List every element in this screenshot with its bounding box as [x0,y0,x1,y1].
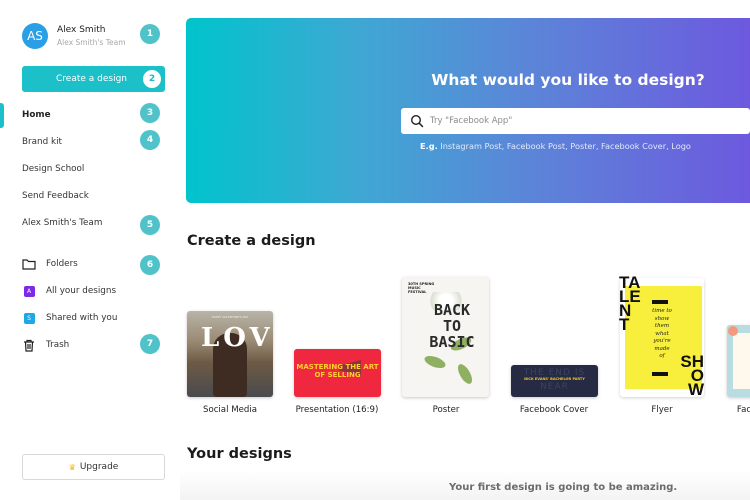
trash-icon [22,338,36,352]
flyer-card[interactable]: TALENT time to show them what you're mad… [619,273,704,399]
shared-label: Shared with you [46,313,118,323]
sidebar-item-send-feedback[interactable]: Send Feedback [22,191,89,201]
poster-label[interactable]: Poster [433,405,460,415]
user-name: Alex Smith [57,24,106,35]
user-profile[interactable]: AS Alex Smith Alex Smith's Team [22,23,126,49]
step-badge-2: 2 [143,70,161,88]
trash-label: Trash [46,340,70,350]
design-search-box[interactable] [401,108,750,134]
step-badge-6: 6 [140,255,160,275]
avatar[interactable]: AS [22,23,48,49]
search-examples: E.g. Instagram Post, Facebook Post, Post… [420,141,691,151]
sidebar-item-design-school[interactable]: Design School [22,164,84,174]
sidebar-item-team[interactable]: Alex Smith's Team [22,218,102,228]
sidebar: AS Alex Smith Alex Smith's Team 1 Create… [0,0,180,500]
card-art-text-bottom: SHOW [680,352,704,399]
poster-card[interactable]: 30TH SPRING MUSIC FESTIVAL BACK TO BASIC [402,277,489,397]
all-designs-icon: A [22,284,36,298]
step-badge-4: 4 [140,130,160,150]
card-art-text: MASTERING THE ART OF SELLING [296,363,379,379]
sidebar-item-trash[interactable]: Trash [22,338,69,352]
upgrade-label: Upgrade [79,462,119,472]
user-team: Alex Smith's Team [57,37,126,47]
examples-prefix: E.g. [420,141,438,151]
leaf-art [455,361,475,387]
hero-banner: What would you like to design? E.g. Inst… [186,18,750,203]
design-search-input[interactable] [430,116,730,126]
search-icon [410,114,424,128]
step-badge-1: 1 [140,24,160,44]
card-art-text: BACK TO BASIC [429,301,475,351]
step-badge-7: 7 [140,334,160,354]
hero-title: What would you like to design? [431,71,705,89]
create-design-label: Create a design [56,74,127,84]
card-art-text-top: TALENT [619,273,641,334]
card-art-panel [733,333,750,389]
card-art-caption: HAPPY VALENTINE'S DAY [211,315,249,319]
crown-icon: ♛ [68,462,76,472]
social-media-label[interactable]: Social Media [203,405,257,415]
facebook-post-card[interactable] [727,325,750,397]
sidebar-item-shared[interactable]: S Shared with you [22,311,117,325]
flyer-label[interactable]: Flyer [651,405,672,415]
sidebar-item-all-designs[interactable]: A All your designs [22,284,116,298]
flyer-dash [652,300,668,304]
social-media-card[interactable]: HAPPY VALENTINE'S DAY LOVE [187,311,273,397]
sidebar-item-home[interactable]: Home [22,110,51,120]
your-designs-heading: Your designs [187,446,292,462]
flyer-dash [652,372,668,376]
create-design-heading: Create a design [187,233,316,249]
folder-icon [22,257,36,271]
active-nav-indicator [0,103,4,128]
folders-label: Folders [46,259,78,269]
step-badge-5: 5 [140,215,160,235]
step-badge-3: 3 [140,103,160,123]
facebook-cover-label[interactable]: Facebook Cover [520,405,588,415]
card-art-quote: time to show them what you're made of [652,308,672,359]
presentation-label[interactable]: Presentation (16:9) [296,405,379,415]
facebook-post-label[interactable]: Fac [737,405,750,415]
card-art-text: NICK EVANS' BACHELOR PARTY [524,377,585,381]
presentation-card[interactable]: MASTERING THE ART OF SELLING [294,349,381,397]
sidebar-item-folders[interactable]: Folders [22,257,78,271]
create-design-button[interactable]: Create a design 2 [22,66,165,92]
sidebar-item-brand-kit[interactable]: Brand kit [22,137,62,147]
all-designs-label: All your designs [46,286,117,296]
flower-art [728,326,738,336]
empty-designs-message: Your first design is going to be amazing… [449,482,678,493]
leaf-art [422,353,448,371]
shared-icon: S [22,311,36,325]
facebook-cover-card[interactable]: THE END IS NEAR NICK EVANS' BACHELOR PAR… [511,365,598,397]
upgrade-button[interactable]: ♛ Upgrade [22,454,165,480]
card-art-text: LOVE [201,323,273,353]
examples-list[interactable]: Instagram Post, Facebook Post, Poster, F… [440,141,691,151]
